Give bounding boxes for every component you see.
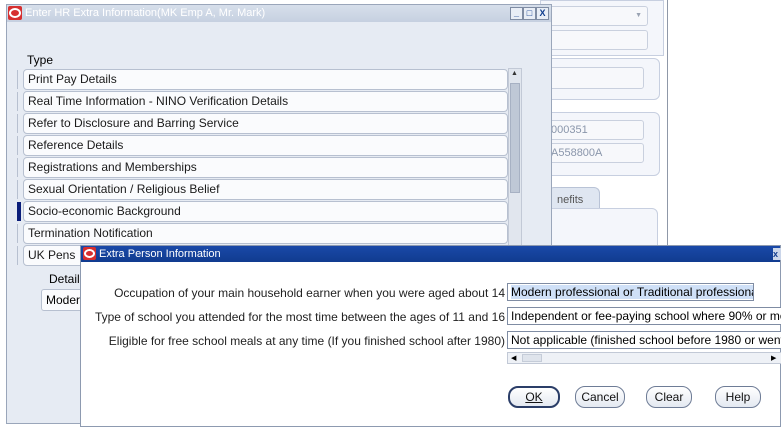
free-meals-label: Eligible for free school meals at any ti… <box>108 334 505 348</box>
ok-button[interactable]: OK <box>508 386 560 408</box>
type-list-item[interactable]: Real Time Information - NINO Verificatio… <box>23 91 508 112</box>
scroll-thumb-horizontal[interactable] <box>522 354 542 362</box>
help-button-label: Help <box>725 390 751 404</box>
type-list-item[interactable]: Socio-economic Background <box>23 201 508 222</box>
tab-benefits[interactable]: nefits <box>548 187 600 209</box>
background-id-field[interactable]: 000351 <box>548 120 644 140</box>
cancel-button-label: Cancel <box>581 390 619 404</box>
clear-button[interactable]: Clear <box>646 386 692 408</box>
background-ni-value: A558800A <box>551 147 603 159</box>
row-selector-marker[interactable] <box>17 158 20 177</box>
details-label: Detail <box>49 272 80 286</box>
oracle-icon <box>8 6 22 20</box>
maximize-button[interactable]: □ <box>523 7 536 20</box>
background-divider <box>667 0 668 245</box>
scroll-thumb[interactable] <box>510 83 520 193</box>
occupation-field[interactable]: Modern professional or Traditional profe… <box>507 283 754 301</box>
school-type-label: Type of school you attended for the most… <box>94 310 505 324</box>
type-list-item[interactable]: Registrations and Memberships <box>23 157 508 178</box>
horizontal-scrollbar[interactable]: ◀ ▶ <box>507 352 781 364</box>
occupation-label: Occupation of your main household earner… <box>114 286 505 300</box>
row-selector-marker[interactable] <box>17 202 21 221</box>
details-value: Moder <box>46 293 81 307</box>
row-selector-marker[interactable] <box>17 70 20 89</box>
scroll-right-icon[interactable]: ▶ <box>771 353 776 364</box>
oracle-icon <box>83 247 96 260</box>
scroll-left-icon[interactable]: ◀ <box>511 353 516 364</box>
chevron-down-icon: ▼ <box>635 12 642 19</box>
scroll-up-icon[interactable]: ▲ <box>511 70 518 77</box>
row-selector-marker[interactable] <box>17 92 20 111</box>
row-selector-marker[interactable] <box>17 224 20 243</box>
type-list-item-label: Refer to Disclosure and Barring Service <box>28 116 239 130</box>
type-list-item[interactable]: Refer to Disclosure and Barring Service <box>23 113 508 134</box>
type-list-item-label: Socio-economic Background <box>28 204 181 218</box>
background-ni-field[interactable]: A558800A <box>548 143 644 163</box>
type-list-item-label: Termination Notification <box>28 226 153 240</box>
hr-window-title-bar[interactable]: Enter HR Extra Information(MK Emp A, Mr.… <box>7 5 551 22</box>
close-button[interactable]: X <box>536 7 549 20</box>
type-list-item[interactable]: Sexual Orientation / Religious Belief <box>23 179 508 200</box>
cancel-button[interactable]: Cancel <box>575 386 625 408</box>
school-type-value: Independent or fee-paying school where 9… <box>511 309 781 323</box>
background-field[interactable] <box>548 30 648 50</box>
type-list-item-label: Registrations and Memberships <box>28 160 197 174</box>
extra-person-info-dialog: Extra Person Information x Occupation of… <box>80 245 781 427</box>
type-list-scrollbar[interactable]: ▲ <box>508 68 522 266</box>
clear-button-label: Clear <box>654 390 684 404</box>
type-list-item[interactable]: Termination Notification <box>23 223 508 244</box>
type-list-item-label: Sexual Orientation / Religious Belief <box>28 182 220 196</box>
type-list-item[interactable]: Print Pay Details <box>23 69 508 90</box>
dialog-title-bar[interactable]: Extra Person Information <box>81 246 780 262</box>
row-selector-marker[interactable] <box>17 136 20 155</box>
type-list-item-label: Print Pay Details <box>28 72 117 86</box>
help-button[interactable]: Help <box>715 386 761 408</box>
minimize-button[interactable]: _ <box>510 7 523 20</box>
type-list-item-label: UK Pens <box>28 248 76 262</box>
ok-button-label: OK <box>525 390 543 404</box>
type-list-item[interactable]: Reference Details <box>23 135 508 156</box>
occupation-value: Modern professional or Traditional profe… <box>511 285 753 299</box>
background-id-value: 000351 <box>551 124 588 136</box>
dialog-title: Extra Person Information <box>99 248 221 260</box>
tab-benefits-label: nefits <box>557 194 584 206</box>
school-type-field[interactable]: Independent or fee-paying school where 9… <box>507 307 781 325</box>
background-field[interactable] <box>548 67 644 89</box>
row-selector-marker[interactable] <box>17 246 20 265</box>
type-column-header: Type <box>27 53 54 67</box>
dialog-close-icon[interactable]: x <box>773 248 781 260</box>
hr-window-title: Enter HR Extra Information(MK Emp A, Mr.… <box>25 7 266 19</box>
row-selector-marker[interactable] <box>17 114 20 133</box>
row-selector-marker[interactable] <box>17 180 20 199</box>
type-list-item-label: Reference Details <box>28 138 124 152</box>
free-meals-value: Not applicable (finished school before 1… <box>511 333 781 347</box>
type-list-item-label: Real Time Information - NINO Verificatio… <box>28 94 289 108</box>
free-meals-field[interactable]: Not applicable (finished school before 1… <box>507 331 781 349</box>
background-dropdown[interactable]: ▼ <box>548 6 648 26</box>
